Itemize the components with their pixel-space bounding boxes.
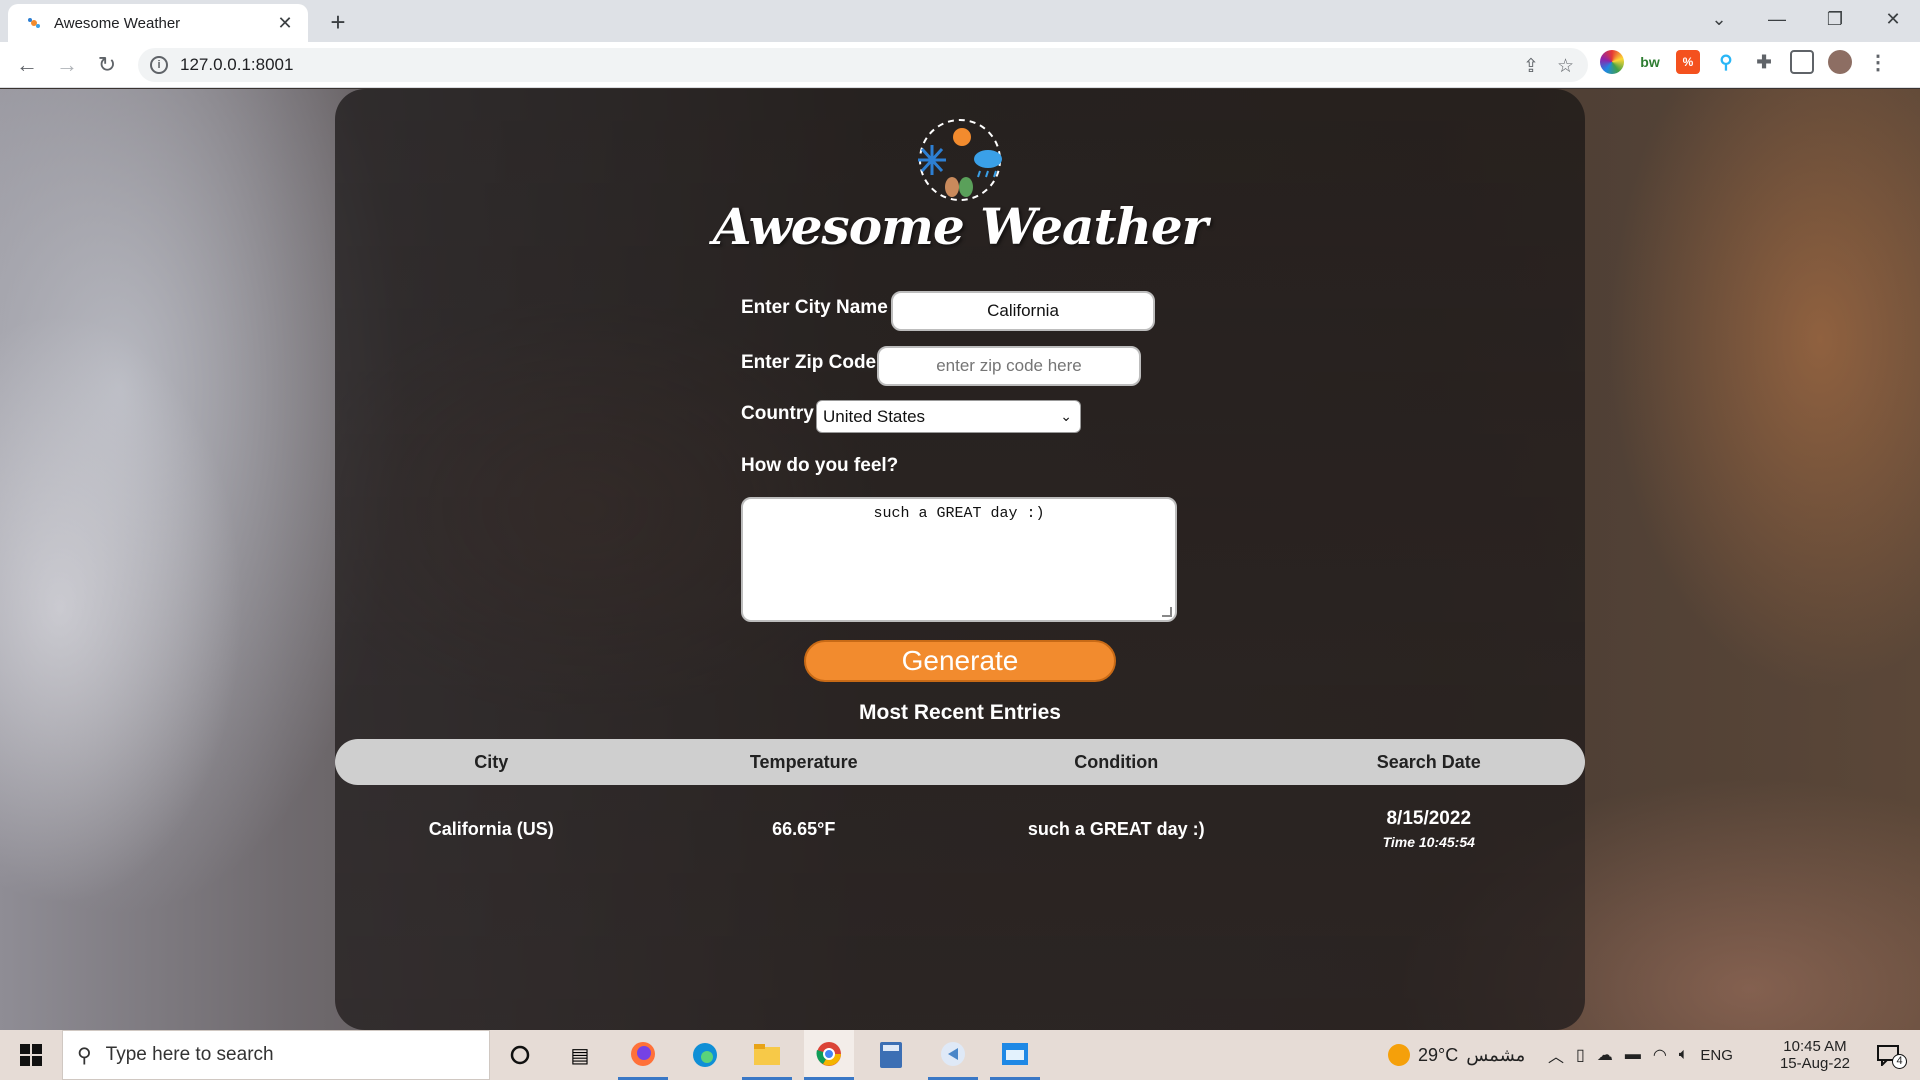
cell-date: 8/15/2022 (1386, 808, 1472, 829)
notifications-icon[interactable]: 4 (1868, 1030, 1908, 1080)
zip-label: Enter Zip Code (741, 352, 877, 373)
cell-time: Time 10:45:54 (1382, 834, 1475, 850)
country-label: Country (741, 403, 814, 424)
weather-temp: 29°C (1418, 1044, 1459, 1065)
device-icon[interactable]: ▯ (1576, 1045, 1585, 1065)
menu-kebab-icon[interactable]: ⋮ (1866, 50, 1890, 74)
city-input[interactable] (891, 291, 1155, 331)
windows-start-icon[interactable] (0, 1030, 62, 1080)
weather-widget[interactable]: 29°C مشمس (1388, 1030, 1525, 1080)
vscode-like-icon[interactable] (928, 1030, 978, 1080)
notification-badge: 4 (1892, 1054, 1907, 1069)
search-icon: ⚲ (77, 1044, 92, 1067)
share-icon[interactable]: ⇪ (1523, 55, 1539, 78)
extensions-area: bw % ⚲ ✚ ⋮ (1600, 50, 1890, 74)
cloud-icon[interactable]: ☁ (1597, 1045, 1613, 1065)
cell-condition: such a GREAT day :) (1027, 818, 1205, 839)
weather-favicon-icon (24, 13, 44, 33)
feel-textarea[interactable]: such a GREAT day :) (741, 497, 1177, 622)
table-row: California (US) 66.65°F such a GREAT day… (335, 799, 1585, 859)
restore-button[interactable]: ❐ (1806, 0, 1864, 38)
minimize-button[interactable]: — (1748, 0, 1806, 38)
profile-avatar[interactable] (1828, 50, 1852, 74)
shield-extension-icon[interactable]: ⚲ (1714, 50, 1738, 74)
color-picker-extension-icon[interactable] (1600, 50, 1624, 74)
recent-entries-heading: Most Recent Entries (859, 701, 1061, 724)
cortana-icon[interactable] (495, 1030, 545, 1080)
country-selected-value: United States (823, 406, 926, 426)
puzzle-extensions-icon[interactable]: ✚ (1752, 50, 1776, 74)
back-icon[interactable]: ← (12, 50, 42, 80)
site-info-icon[interactable]: i (150, 56, 168, 74)
close-window-button[interactable]: ✕ (1864, 0, 1920, 38)
bw-extension-icon[interactable]: bw (1638, 50, 1662, 74)
header-condition: Condition (1074, 751, 1159, 772)
language-indicator[interactable]: ENG (1700, 1047, 1733, 1064)
tab-close-icon[interactable]: ✕ (274, 13, 296, 34)
zip-input[interactable] (877, 346, 1141, 386)
cell-search-date: 8/15/2022 Time 10:45:54 (1273, 808, 1586, 850)
generate-button[interactable]: Generate (804, 640, 1116, 682)
feel-text: such a GREAT day :) (873, 505, 1045, 522)
browser-tab-bar: Awesome Weather ✕ + ⌄ — ❐ ✕ (0, 0, 1920, 42)
header-temperature: Temperature (749, 751, 858, 772)
firefox-icon[interactable] (618, 1030, 668, 1080)
calculator-icon[interactable] (866, 1030, 916, 1080)
header-search-date: Search Date (1376, 751, 1481, 772)
weather-app-panel: Awesome Weather Enter City Name Enter Zi… (335, 89, 1585, 1030)
page-background: Awesome Weather Enter City Name Enter Zi… (0, 89, 1920, 1030)
file-explorer-icon[interactable] (742, 1030, 792, 1080)
new-tab-button[interactable]: + (322, 6, 354, 38)
battery-icon[interactable]: ▬ (1625, 1046, 1641, 1064)
url-text: 127.0.0.1:8001 (180, 55, 294, 74)
browser-tab[interactable]: Awesome Weather ✕ (8, 4, 308, 42)
header-city: City (474, 751, 509, 772)
clock-date: 15-Aug-22 (1779, 1055, 1851, 1072)
entries-table-header: City Temperature Condition Search Date (335, 739, 1585, 785)
edge-icon[interactable] (680, 1030, 730, 1080)
sun-icon (1388, 1044, 1410, 1066)
address-bar[interactable]: i 127.0.0.1:8001 ⇪ ☆ (138, 48, 1588, 82)
chevron-down-icon: ⌄ (1060, 408, 1072, 424)
cell-temperature: 66.65°F (772, 818, 836, 839)
app-title: Awesome Weather (712, 197, 1208, 256)
volume-icon[interactable]: 🔈︎ (1679, 1046, 1689, 1064)
chevron-up-icon[interactable]: ︿ (1548, 1043, 1564, 1067)
tab-title: Awesome Weather (54, 14, 181, 32)
task-view-icon[interactable]: ▤ (555, 1030, 605, 1080)
browser-toolbar: ← → ↻ i 127.0.0.1:8001 ⇪ ☆ bw % ⚲ ✚ ⋮ (0, 42, 1920, 88)
tab-search-icon[interactable]: ⌄ (1690, 0, 1748, 38)
taskbar-search-box[interactable]: ⚲ Type here to search (62, 1030, 490, 1080)
reload-icon[interactable]: ↻ (92, 50, 122, 80)
system-tray: ︿ ▯ ☁ ▬ ◠ 🔈︎ ENG (1548, 1030, 1733, 1080)
chrome-icon[interactable] (804, 1030, 854, 1080)
weather-logo-icon (918, 119, 1002, 201)
feel-label: How do you feel? (741, 455, 899, 476)
weather-text: مشمس (1466, 1044, 1526, 1065)
app-window-icon[interactable] (990, 1030, 1040, 1080)
resize-grip-icon[interactable] (1162, 607, 1172, 617)
clock[interactable]: 10:45 AM 15-Aug-22 (1772, 1030, 1858, 1080)
taskbar-search-placeholder: Type here to search (105, 1044, 274, 1065)
country-select[interactable]: United States ⌄ (816, 400, 1081, 433)
wifi-icon[interactable]: ◠ (1653, 1045, 1667, 1065)
cell-city: California (US) (428, 818, 554, 839)
side-panel-icon[interactable] (1790, 50, 1814, 74)
percent-extension-icon[interactable]: % (1676, 50, 1700, 74)
clock-time: 10:45 AM (1783, 1038, 1847, 1055)
forward-icon[interactable]: → (52, 50, 82, 80)
city-label: Enter City Name (741, 297, 888, 318)
bookmark-star-icon[interactable]: ☆ (1557, 55, 1574, 78)
